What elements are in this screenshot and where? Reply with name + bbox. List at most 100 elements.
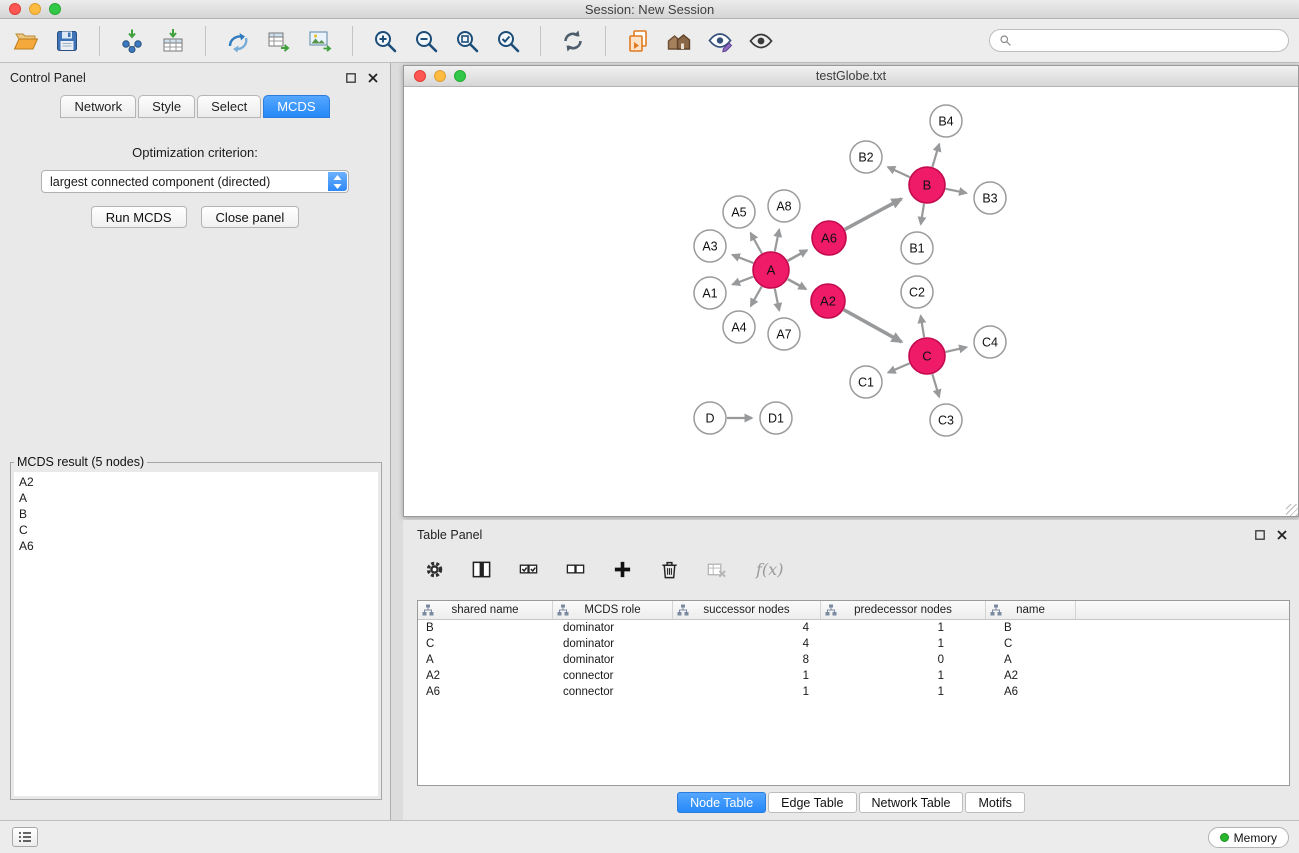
task-history-button[interactable] [12, 827, 38, 847]
tab-style[interactable]: Style [138, 95, 195, 118]
network-close-button[interactable] [414, 70, 426, 82]
import-network-file-button[interactable] [114, 23, 150, 59]
tab-network[interactable]: Network [60, 95, 136, 118]
node-D[interactable]: D [694, 402, 726, 434]
edge-C-C2 [921, 316, 924, 338]
network-zoom-button[interactable] [454, 70, 466, 82]
home-view-icon [666, 28, 692, 54]
node-B2[interactable]: B2 [850, 141, 882, 173]
open-session-button[interactable] [8, 23, 44, 59]
memory-button[interactable]: Memory [1208, 827, 1289, 848]
column-header-label: MCDS role [584, 604, 640, 616]
node-C1[interactable]: C1 [850, 366, 882, 398]
node-A8[interactable]: A8 [768, 190, 800, 222]
select-all-button[interactable] [515, 556, 541, 582]
node-A7[interactable]: A7 [768, 318, 800, 350]
node-C3[interactable]: C3 [930, 404, 962, 436]
network-canvas[interactable]: B4 B2 B B3 A5 A8 A6 A3 B1 A A1 C2 A2 A4 A7 C4 C C1 D D1 C3 [404, 88, 1298, 516]
table-row[interactable]: Cdominator41C [418, 636, 1289, 652]
add-row-button[interactable] [609, 556, 635, 582]
column-header-shared-name[interactable]: shared name [418, 601, 553, 619]
close-panel-button[interactable]: Close panel [201, 206, 300, 228]
edge-A-A3 [732, 255, 753, 263]
search-input[interactable] [1017, 33, 1279, 49]
run-mcds-button[interactable]: Run MCDS [91, 206, 187, 228]
mcds-result-list[interactable]: A2ABCA6 [14, 472, 378, 796]
node-D1[interactable]: D1 [760, 402, 792, 434]
edge-C-C1 [888, 363, 909, 372]
column-selector-button[interactable] [468, 556, 494, 582]
network-canvas-container[interactable]: B4 B2 B B3 A5 A8 A6 A3 B1 A A1 C2 A2 A4 A7 C4 C C1 D D1 C3 [404, 88, 1298, 516]
table-tab-network-table[interactable]: Network Table [859, 792, 964, 813]
node-A1[interactable]: A1 [694, 277, 726, 309]
tab-select[interactable]: Select [197, 95, 261, 118]
column-header-name[interactable]: name [986, 601, 1076, 619]
mcds-result-item[interactable]: B [14, 506, 378, 522]
unselect-all-button[interactable] [562, 556, 588, 582]
node-B4[interactable]: B4 [930, 105, 962, 137]
export-table-button[interactable] [261, 23, 297, 59]
node-A3[interactable]: A3 [694, 230, 726, 262]
tab-mcds[interactable]: MCDS [263, 95, 329, 118]
mcds-result-item[interactable]: C [14, 522, 378, 538]
network-window-titlebar[interactable]: testGlobe.txt [404, 66, 1298, 87]
node-A5[interactable]: A5 [723, 196, 755, 228]
node-A2[interactable]: A2 [811, 284, 845, 318]
close-table-panel-icon[interactable] [1275, 528, 1289, 542]
node-C2[interactable]: C2 [901, 276, 933, 308]
mcds-result-item[interactable]: A [14, 490, 378, 506]
float-table-panel-icon[interactable] [1253, 528, 1267, 542]
mcds-result-item[interactable]: A6 [14, 538, 378, 554]
node-C[interactable]: C [909, 338, 945, 374]
node-A6[interactable]: A6 [812, 221, 846, 255]
import-table-file-button[interactable] [155, 23, 191, 59]
node-C4[interactable]: C4 [974, 326, 1006, 358]
copy-views-button[interactable] [620, 23, 656, 59]
column-header-successor-nodes[interactable]: successor nodes [673, 601, 821, 619]
node-A4[interactable]: A4 [723, 311, 755, 343]
zoom-fit-button[interactable] [449, 23, 485, 59]
node-table[interactable]: shared name MCDS role successor nodesprede… [417, 600, 1290, 786]
table-row[interactable]: Adominator80A [418, 652, 1289, 668]
node-B1[interactable]: B1 [901, 232, 933, 264]
table-row[interactable]: A2connector11A2 [418, 668, 1289, 684]
copy-views-icon [625, 28, 651, 54]
node-label: C3 [938, 414, 954, 428]
table-tab-motifs[interactable]: Motifs [965, 792, 1024, 813]
resize-grip[interactable] [1286, 504, 1298, 516]
node-B[interactable]: B [909, 167, 945, 203]
table-tab-node-table[interactable]: Node Table [677, 792, 766, 813]
criterion-select[interactable]: largest connected component (directed) [41, 170, 349, 193]
delete-row-button[interactable] [656, 556, 682, 582]
show-hide-button[interactable] [743, 23, 779, 59]
graphics-details-button[interactable] [702, 23, 738, 59]
table-cell: connector [553, 686, 673, 698]
home-view-button[interactable] [661, 23, 697, 59]
table-tab-edge-table[interactable]: Edge Table [768, 792, 856, 813]
export-network-button[interactable] [220, 23, 256, 59]
minimize-window-button[interactable] [29, 3, 41, 15]
zoom-window-button[interactable] [49, 3, 61, 15]
delete-column-disabled-button[interactable] [703, 556, 729, 582]
column-header-predecessor-nodes[interactable]: predecessor nodes [821, 601, 986, 619]
export-image-button[interactable] [302, 23, 338, 59]
close-window-button[interactable] [9, 3, 21, 15]
function-builder-button[interactable]: f(x) [750, 559, 789, 580]
column-settings-button[interactable] [421, 556, 447, 582]
mcds-result-item[interactable]: A2 [14, 474, 378, 490]
column-header-MCDS-role[interactable]: MCDS role [553, 601, 673, 619]
node-B3[interactable]: B3 [974, 182, 1006, 214]
optimization-criterion-label: Optimization criterion: [0, 145, 390, 160]
save-session-button[interactable] [49, 23, 85, 59]
search-field[interactable] [989, 29, 1289, 52]
zoom-out-button[interactable] [408, 23, 444, 59]
table-row[interactable]: A6connector11A6 [418, 684, 1289, 700]
close-panel-icon[interactable] [366, 71, 380, 85]
node-A[interactable]: A [753, 252, 789, 288]
float-panel-icon[interactable] [344, 71, 358, 85]
table-row[interactable]: Bdominator41B [418, 620, 1289, 636]
zoom-in-button[interactable] [367, 23, 403, 59]
network-minimize-button[interactable] [434, 70, 446, 82]
refresh-view-button[interactable] [555, 23, 591, 59]
zoom-selected-button[interactable] [490, 23, 526, 59]
